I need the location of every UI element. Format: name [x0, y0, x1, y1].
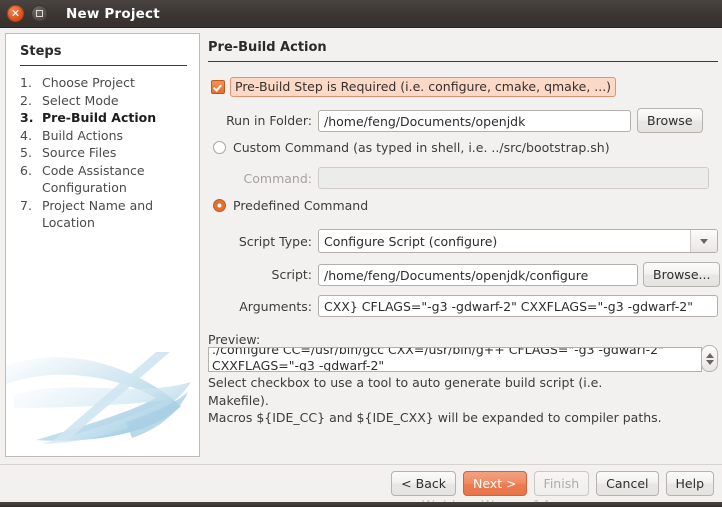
- spinner-up-icon[interactable]: [705, 352, 714, 358]
- prebuild-required-row: Pre-Build Step is Required (i.e. configu…: [211, 77, 617, 97]
- sidebar-item-pre-build-action[interactable]: 3. Pre-Build Action: [20, 109, 195, 127]
- sidebar-item-build-actions[interactable]: 4. Build Actions: [20, 127, 195, 145]
- step-label: Select Mode: [42, 92, 119, 108]
- browse-label: Browse: [647, 113, 693, 128]
- custom-command-row[interactable]: Custom Command (as typed in shell, i.e. …: [213, 140, 610, 155]
- spinner-down-icon[interactable]: [705, 359, 714, 365]
- predefined-command-label: Predefined Command: [233, 198, 369, 213]
- script-label: Script:: [271, 267, 312, 282]
- page-title-divider: [208, 61, 718, 62]
- hint-line-1: Select checkbox to use a tool to auto ge…: [208, 375, 603, 390]
- prebuild-required-label[interactable]: Pre-Build Step is Required (i.e. configu…: [230, 77, 617, 97]
- page-title: Pre-Build Action: [208, 40, 327, 55]
- close-icon[interactable]: ✕: [7, 5, 24, 22]
- dialog-body: Steps 1. Choose Project 2. Select Mode 3…: [0, 28, 722, 507]
- step-label: Code Assistance Configuration: [42, 162, 145, 196]
- sidebar-item-source-files[interactable]: 5. Source Files: [20, 144, 195, 162]
- script-input[interactable]: /home/feng/Documents/openjdk/configure: [318, 263, 638, 286]
- step-number: 5.: [20, 145, 32, 160]
- close-glyph: ✕: [10, 7, 21, 20]
- arguments-input[interactable]: CXX} CFLAGS="-g3 -gdwarf-2" CXXFLAGS="-g…: [318, 295, 718, 317]
- arguments-label: Arguments:: [239, 298, 312, 314]
- steps-title: Steps: [20, 44, 62, 59]
- run-in-folder-input[interactable]: /home/feng/Documents/openjdk: [318, 109, 631, 132]
- caret-glyph: [700, 238, 708, 244]
- cancel-button[interactable]: Cancel: [596, 471, 659, 496]
- step-label: Build Actions: [42, 127, 124, 143]
- script-type-label: Script Type:: [238, 233, 312, 249]
- step-label: Pre-Build Action: [42, 110, 157, 125]
- steps-divider: [20, 65, 187, 66]
- command-row: Command:: [208, 167, 709, 189]
- preview-text-content: ./configure CC=/usr/bin/gcc CXX=/usr/bin…: [212, 347, 664, 372]
- new-project-dialog: ✕ New Project Steps 1. Choose Project 2.…: [0, 0, 722, 507]
- sidebar-item-choose-project[interactable]: 1. Choose Project: [20, 74, 195, 92]
- preview-scroll-spinner[interactable]: [701, 345, 718, 372]
- back-button[interactable]: < Back: [391, 471, 456, 496]
- step-number: 3.: [20, 110, 34, 125]
- titlebar: ✕ New Project: [0, 0, 722, 28]
- arguments-row: Arguments: CXX} CFLAGS="-g3 -gdwarf-2" C…: [208, 295, 718, 317]
- step-label: Source Files: [42, 145, 117, 160]
- steps-sidebar: Steps 1. Choose Project 2. Select Mode 3…: [5, 33, 200, 457]
- maximize-icon[interactable]: [31, 5, 48, 22]
- run-in-folder-label: Run in Folder:: [226, 113, 312, 128]
- custom-command-label: Custom Command (as typed in shell, i.e. …: [233, 140, 610, 155]
- script-browse-label: Browse...: [653, 267, 711, 282]
- script-type-select[interactable]: Configure Script (configure): [318, 229, 718, 253]
- maximize-glyph: [36, 10, 43, 17]
- run-in-folder-browse-button[interactable]: Browse: [637, 108, 703, 133]
- script-type-row: Script Type: Configure Script (configure…: [208, 229, 718, 253]
- steps-list: 1. Choose Project 2. Select Mode 3. Pre-…: [20, 74, 195, 232]
- help-button[interactable]: Help: [665, 471, 714, 496]
- command-label: Command:: [243, 170, 312, 186]
- step-number: 7.: [20, 197, 32, 213]
- chevron-down-icon[interactable]: [690, 230, 717, 252]
- sidebar-item-select-mode[interactable]: 2. Select Mode: [20, 92, 195, 110]
- next-button[interactable]: Next >: [462, 471, 527, 496]
- footer-divider: [0, 464, 722, 465]
- step-number: 1.: [20, 75, 32, 90]
- finish-button: Finish: [533, 471, 590, 496]
- hint-line-3: Macros ${IDE_CC} and ${IDE_CXX} will be …: [208, 410, 662, 425]
- main-panel: Pre-Build Action Pre-Build Step is Requi…: [208, 33, 721, 457]
- script-row: Script: /home/feng/Documents/openjdk/con…: [208, 262, 721, 287]
- window-title: New Project: [66, 5, 160, 22]
- decorative-swoosh-graphic: [6, 336, 199, 456]
- hint-text: Select checkbox to use a tool to auto ge…: [208, 374, 720, 427]
- hint-line-2: Makefile).: [208, 392, 269, 408]
- step-label: Project Name and Location: [42, 197, 154, 231]
- step-label: Choose Project: [42, 75, 135, 90]
- sidebar-item-code-assistance-configuration[interactable]: 6. Code Assistance Configuration: [20, 162, 195, 197]
- window-bottom-strip: [0, 502, 722, 507]
- step-number: 4.: [20, 127, 32, 143]
- prebuild-required-checkbox[interactable]: [211, 80, 225, 94]
- preview-label: Preview:: [208, 332, 261, 347]
- command-input: [318, 167, 709, 189]
- step-number: 6.: [20, 162, 32, 178]
- sidebar-item-project-name-and-location[interactable]: 7. Project Name and Location: [20, 197, 195, 232]
- run-in-folder-row: Run in Folder: /home/feng/Documents/open…: [208, 108, 703, 133]
- dialog-button-bar: < Back Next > Finish Cancel Help: [384, 471, 714, 496]
- script-browse-button[interactable]: Browse...: [643, 262, 721, 287]
- step-number: 2.: [20, 92, 32, 108]
- predefined-command-row[interactable]: Predefined Command: [213, 198, 368, 213]
- custom-command-radio[interactable]: [213, 141, 226, 154]
- preview-output[interactable]: ./configure CC=/usr/bin/gcc CXX=/usr/bin…: [208, 347, 702, 372]
- script-type-value: Configure Script (configure): [324, 233, 498, 249]
- predefined-command-radio[interactable]: [213, 199, 226, 212]
